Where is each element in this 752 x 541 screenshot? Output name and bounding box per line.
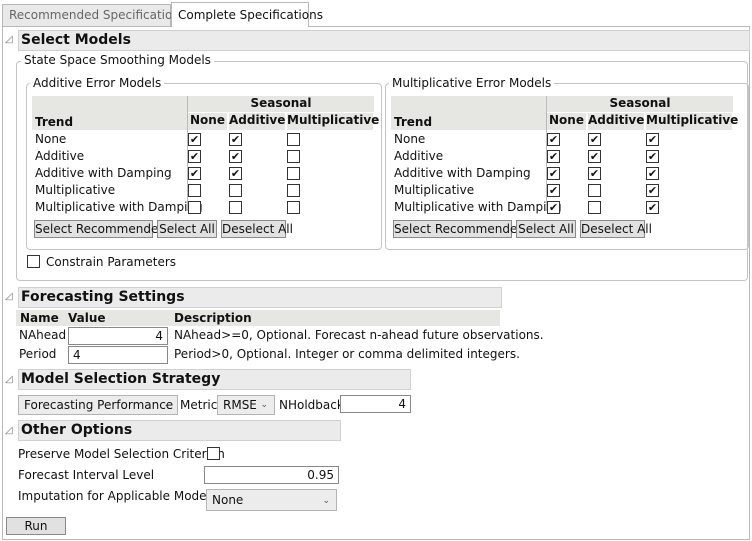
- nholdback-label: NHoldback: [279, 398, 344, 412]
- metric-label: Metric: [180, 398, 218, 412]
- seasonal-header: Seasonal: [547, 96, 733, 112]
- constrain-parameters-checkbox[interactable]: [27, 255, 40, 268]
- chevron-down-icon: ⌄: [322, 496, 330, 506]
- preserve-criterion-label: Preserve Model Selection Criterion: [18, 447, 225, 461]
- trend-row-label: Multiplicative: [35, 183, 116, 197]
- select-recommended-button[interactable]: Select Recommended: [34, 220, 166, 238]
- model-checkbox[interactable]: [287, 201, 300, 214]
- other-options-header[interactable]: Other Options: [18, 420, 341, 441]
- model-checkbox[interactable]: ✔: [229, 167, 242, 180]
- model-checkbox[interactable]: ✔: [547, 201, 560, 214]
- collapse-triangle-icon[interactable]: ◿: [5, 374, 13, 385]
- nahead-label: NAhead: [19, 328, 67, 342]
- model-checkbox[interactable]: ✔: [588, 167, 601, 180]
- strategy-dropdown[interactable]: Forecasting Performance ⌄: [18, 395, 178, 415]
- additive-error-models-legend: Additive Error Models: [30, 76, 165, 90]
- model-checkbox[interactable]: ✔: [547, 184, 560, 197]
- period-description: Period>0, Optional. Integer or comma del…: [174, 347, 520, 361]
- model-checkbox[interactable]: ✔: [646, 150, 659, 163]
- imputation-label: Imputation for Applicable Models: [18, 489, 217, 503]
- model-checkbox[interactable]: [588, 201, 601, 214]
- model-checkbox[interactable]: ✔: [646, 133, 659, 146]
- trend-row-label: None: [35, 132, 67, 146]
- model-checkbox[interactable]: ✔: [646, 167, 659, 180]
- interval-level-label: Forecast Interval Level: [18, 468, 155, 482]
- collapse-triangle-icon[interactable]: ◿: [5, 425, 13, 436]
- imputation-dropdown[interactable]: None ⌄: [206, 489, 337, 511]
- trend-header: Trend: [35, 115, 74, 129]
- trend-row-label: Additive: [35, 149, 85, 163]
- trend-row-label: Multiplicative with Damping: [394, 200, 562, 214]
- model-checkbox[interactable]: [287, 184, 300, 197]
- model-checkbox[interactable]: [287, 133, 300, 146]
- model-checkbox[interactable]: [229, 184, 242, 197]
- model-checkbox[interactable]: ✔: [547, 133, 560, 146]
- collapse-triangle-icon[interactable]: ◿: [5, 291, 13, 302]
- tab-complete-specifications[interactable]: Complete Specifications: [171, 2, 323, 27]
- model-checkbox[interactable]: ✔: [188, 133, 201, 146]
- seasonal-col-header: Additive: [588, 113, 644, 130]
- run-button[interactable]: Run: [6, 517, 66, 535]
- select-recommended-button[interactable]: Select Recommended: [393, 220, 525, 238]
- seasonal-col-header: Multiplicative: [646, 113, 738, 130]
- col-description: Description: [174, 311, 252, 325]
- trend-row-label: Additive: [394, 149, 444, 163]
- chevron-down-icon: ⌄: [163, 400, 171, 410]
- model-checkbox[interactable]: ✔: [229, 133, 242, 146]
- model-checkbox[interactable]: [287, 150, 300, 163]
- seasonal-col-header: None: [547, 113, 586, 130]
- period-label: Period: [19, 347, 57, 361]
- model-selection-strategy-header[interactable]: Model Selection Strategy: [18, 369, 411, 390]
- model-checkbox[interactable]: ✔: [188, 167, 201, 180]
- model-checkbox[interactable]: ✔: [229, 150, 242, 163]
- trend-row-label: Additive with Damping: [35, 166, 172, 180]
- model-checkbox[interactable]: [188, 184, 201, 197]
- model-checkbox[interactable]: ✔: [646, 184, 659, 197]
- model-checkbox[interactable]: ✔: [547, 167, 560, 180]
- select-all-button[interactable]: Select All: [157, 220, 217, 238]
- trend-row-label: Additive with Damping: [394, 166, 531, 180]
- seasonal-col-header: None: [188, 113, 227, 130]
- deselect-all-button[interactable]: Deselect All: [221, 220, 293, 238]
- seasonal-header: Seasonal: [188, 96, 374, 112]
- multiplicative-error-models-legend: Multiplicative Error Models: [389, 76, 555, 90]
- state-space-legend: State Space Smoothing Models: [21, 53, 214, 67]
- strategy-value: Forecasting Performance: [24, 398, 174, 412]
- chevron-down-icon: ⌄: [260, 400, 268, 410]
- trend-row-label: Multiplicative with Damping: [35, 200, 203, 214]
- model-checkbox[interactable]: ✔: [188, 150, 201, 163]
- interval-level-input[interactable]: 0.95: [204, 466, 339, 484]
- forecasting-settings-header[interactable]: Forecasting Settings: [18, 287, 502, 308]
- metric-value: RMSE: [223, 398, 257, 412]
- tab-recommended-specifications[interactable]: Recommended Specifications: [2, 4, 186, 26]
- trend-header: Trend: [394, 115, 433, 129]
- select-all-button[interactable]: Select All: [516, 220, 576, 238]
- nholdback-input[interactable]: 4: [340, 395, 411, 413]
- model-checkbox[interactable]: [287, 167, 300, 180]
- model-checkbox[interactable]: ✔: [588, 150, 601, 163]
- trend-row-label: None: [394, 132, 426, 146]
- trend-row-label: Multiplicative: [394, 183, 475, 197]
- model-checkbox[interactable]: [588, 184, 601, 197]
- model-checkbox[interactable]: ✔: [547, 150, 560, 163]
- col-value: Value: [68, 311, 106, 325]
- model-checkbox[interactable]: [188, 201, 201, 214]
- model-checkbox[interactable]: [229, 201, 242, 214]
- model-checkbox[interactable]: ✔: [646, 201, 659, 214]
- deselect-all-button[interactable]: Deselect All: [580, 220, 652, 238]
- select-models-header[interactable]: Select Models: [18, 30, 750, 51]
- model-checkbox[interactable]: ✔: [588, 133, 601, 146]
- seasonal-col-header: Additive: [229, 113, 285, 130]
- imputation-value: None: [212, 493, 244, 507]
- nahead-description: NAhead>=0, Optional. Forecast n-ahead fu…: [174, 328, 544, 342]
- metric-dropdown[interactable]: RMSE ⌄: [217, 395, 275, 415]
- period-input[interactable]: 4: [68, 346, 168, 364]
- seasonal-col-header: Multiplicative: [287, 113, 379, 130]
- nahead-input[interactable]: 4: [68, 327, 168, 345]
- collapse-triangle-icon[interactable]: ◿: [5, 34, 13, 45]
- constrain-parameters-label: Constrain Parameters: [46, 255, 177, 269]
- col-name: Name: [20, 311, 59, 325]
- preserve-criterion-checkbox[interactable]: [207, 447, 220, 460]
